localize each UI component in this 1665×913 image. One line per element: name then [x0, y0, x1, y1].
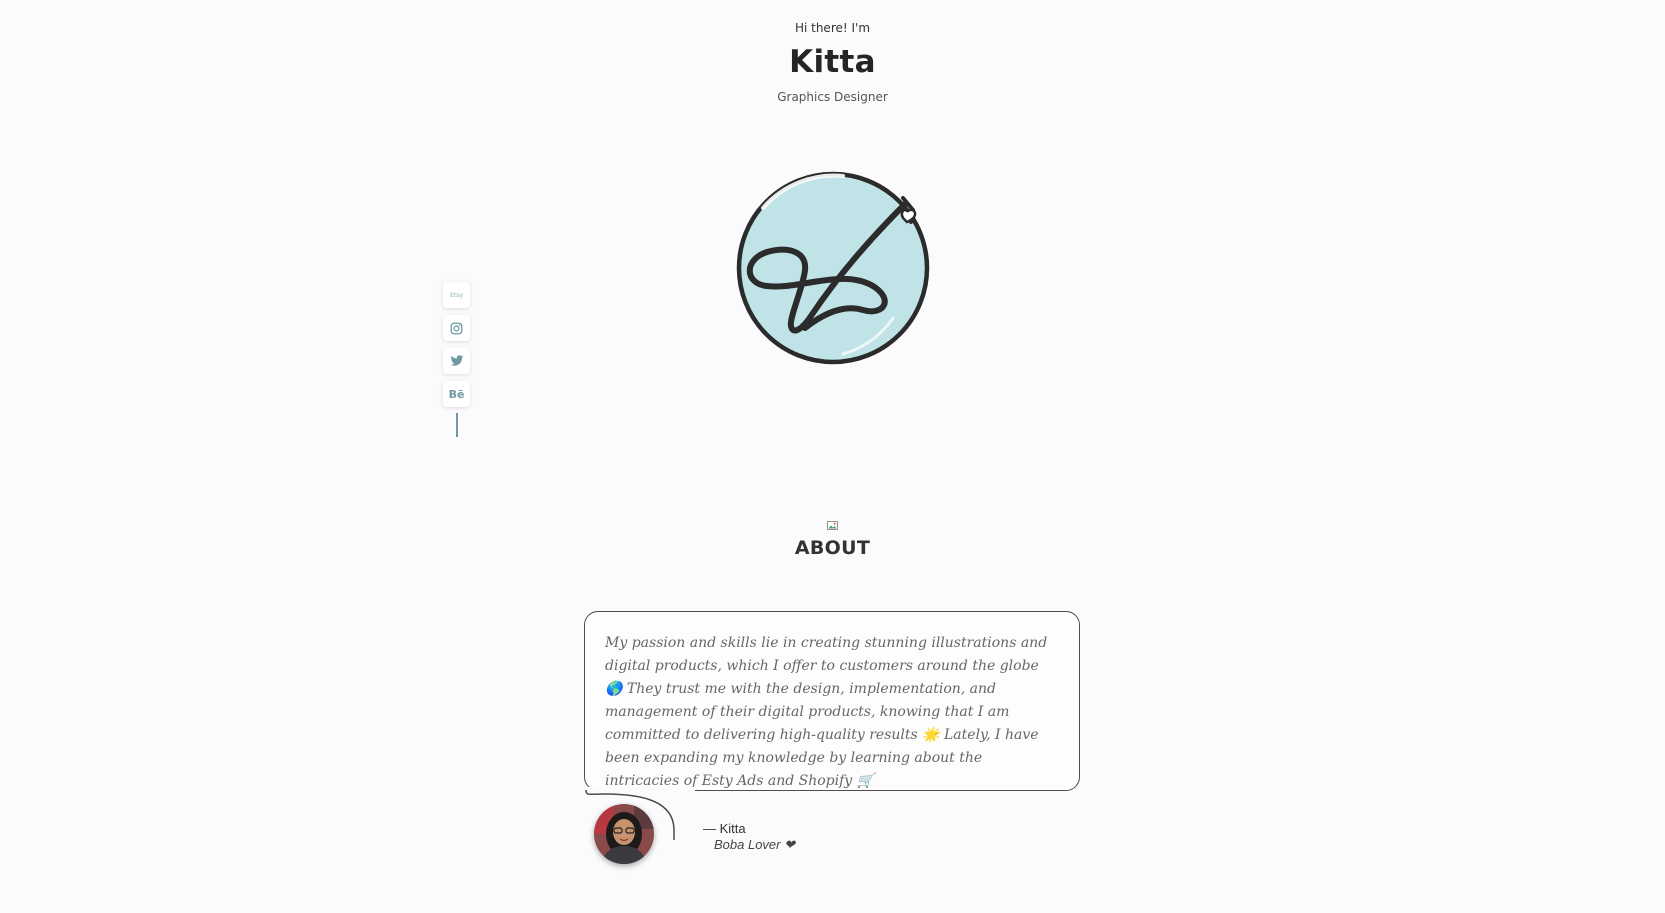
instagram-icon [450, 322, 463, 334]
twitter-button[interactable] [443, 348, 470, 374]
k-monogram-logo [736, 171, 930, 365]
rail-divider [456, 413, 458, 437]
portfolio-page: Hi there! I'm Kitta Graphics Designer Et… [0, 0, 1665, 913]
author-tagline: Boba Lover ❤ [714, 837, 795, 852]
behance-button[interactable]: Bē [443, 381, 470, 407]
hero-name: Kitta [789, 44, 876, 80]
author-name: — Kitta [703, 821, 746, 836]
instagram-button[interactable] [443, 315, 470, 341]
etsy-icon: Etsy [450, 291, 463, 299]
social-links: Etsy Bē [443, 282, 470, 437]
about-quote-text: My passion and skills lie in creating st… [605, 635, 1048, 789]
picture-icon [827, 521, 838, 530]
author-photo [594, 804, 654, 864]
hero-role: Graphics Designer [777, 90, 888, 104]
about-quote-box: My passion and skills lie in creating st… [584, 611, 1080, 791]
behance-icon: Bē [448, 387, 465, 401]
twitter-icon [450, 355, 463, 366]
etsy-button[interactable]: Etsy [443, 282, 470, 308]
hero-greeting: Hi there! I'm [794, 21, 871, 35]
about-title: ABOUT [794, 537, 871, 559]
author-avatar [594, 804, 654, 864]
